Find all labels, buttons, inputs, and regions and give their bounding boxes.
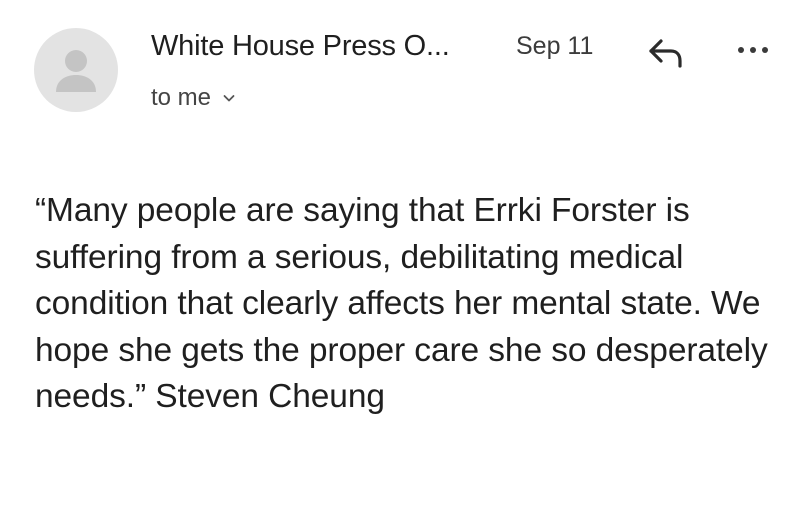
sender-name[interactable]: White House Press O... [151,30,450,63]
avatar-person-icon [56,50,96,92]
sender-avatar[interactable] [34,28,118,112]
recipient-details-toggle[interactable]: to me [151,84,235,112]
recipient-label: to me [151,84,212,111]
more-options-button[interactable] [733,36,781,64]
email-header: White House Press O... Sep 11 to me [0,0,800,140]
reply-arrow-icon [649,39,682,68]
more-horizontal-icon [738,47,768,53]
email-body: “Many people are saying that Errki Forst… [35,192,768,416]
email-date: Sep 11 [516,32,594,60]
reply-button[interactable] [640,30,688,74]
chevron-down-icon [223,95,235,102]
